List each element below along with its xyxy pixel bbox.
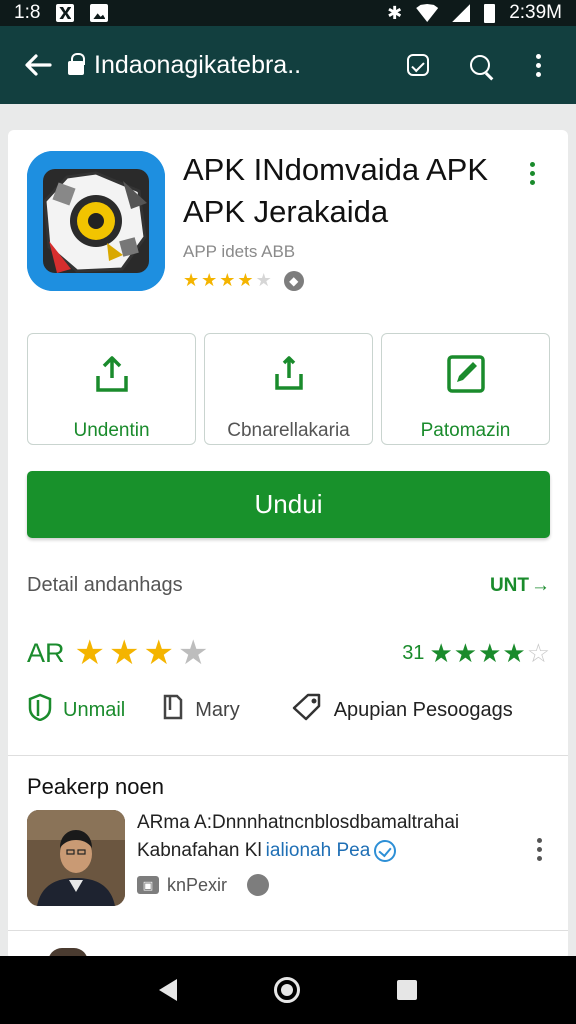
signal-icon	[452, 4, 471, 22]
status-bar: 1:8 ✱ 2:39M	[0, 0, 576, 26]
system-nav-bar	[0, 956, 576, 1024]
star-icon: ★	[109, 634, 140, 672]
star-icon: ★	[74, 634, 105, 672]
action-tile-label: Patomazin	[420, 420, 511, 441]
review-line-2: Kabnafahan Kl ialionah Pea	[137, 840, 397, 862]
verified-icon	[374, 840, 397, 862]
review-item[interactable]: ARma A:Dnnnhatncnblosdbamaltrahai Kabnaf…	[27, 810, 557, 910]
action-tile-3[interactable]: Patomazin	[381, 333, 550, 445]
bluetooth-icon: ✱	[387, 2, 403, 23]
arrow-right-icon: →	[531, 574, 550, 596]
meta-label: Apupian Pesoogags	[333, 698, 513, 721]
browser-toolbar: Indaonagikatebra..	[0, 26, 576, 104]
install-button[interactable]: Undui	[27, 471, 550, 538]
action-tile-label: Undentin	[73, 420, 150, 441]
detail-label: Detail andanhags	[27, 574, 183, 596]
app-icon[interactable]	[27, 151, 165, 291]
action-tile-label: Cbnarellakaria	[227, 420, 350, 441]
star-icon: ★	[453, 638, 478, 668]
rating-right-code: 31	[402, 641, 425, 664]
avatar	[27, 810, 125, 906]
battery-icon	[484, 3, 496, 23]
search-icon[interactable]	[458, 43, 502, 87]
review-line-2-accent: ialionah Pea	[265, 840, 371, 861]
upload-icon	[90, 352, 134, 396]
globe-icon	[247, 874, 270, 896]
rating-left-code: AR	[27, 637, 65, 668]
notification-x-icon	[56, 4, 75, 22]
status-time-right: 2:39M	[509, 2, 562, 23]
app-title: APK INdomvaida APK APK Jerakaida	[183, 152, 488, 229]
tag-icon	[290, 692, 324, 728]
wifi-icon	[416, 4, 439, 22]
star-icon: ★	[143, 634, 174, 672]
star-empty-icon: ★	[177, 634, 209, 672]
review-meta: ▣ knPexir	[137, 874, 270, 896]
divider	[8, 755, 568, 756]
review-line-2-text: Kabnafahan Kl	[137, 840, 262, 861]
detail-more-link[interactable]: UNT →	[490, 575, 550, 597]
meta-item-2[interactable]: Mary	[161, 693, 240, 727]
meta-item-3[interactable]: Apupian Pesoogags	[290, 692, 513, 728]
star-icon: ★	[502, 638, 526, 668]
tab-switcher-icon[interactable]	[396, 43, 440, 87]
nav-recent-apps-icon[interactable]	[397, 980, 418, 1000]
star-icon: ★	[219, 270, 236, 290]
meta-row: Unmail Mary Apupian Pesoogags	[27, 692, 557, 728]
shield-icon	[27, 693, 53, 727]
divider	[8, 930, 568, 931]
nav-back-icon[interactable]	[158, 979, 177, 1001]
action-tile-1[interactable]: Undentin	[27, 333, 196, 445]
meta-label: Unmail	[63, 698, 126, 721]
star-icon: ★	[478, 638, 502, 668]
url-text: Indaonagikatebra..	[94, 50, 302, 79]
review-line-1: ARma A:Dnnnhatncnblosdbamaltrahai	[137, 812, 460, 833]
rating-row: AR ★ ★ ★ ★ 31 ★ ★ ★ ★ ☆	[27, 636, 550, 670]
app-detail-card: APK INdomvaida APK APK Jerakaida APP ide…	[8, 130, 568, 962]
rating-left: AR ★ ★ ★ ★	[27, 636, 208, 670]
nav-home-icon[interactable]	[273, 977, 300, 1003]
reviews-section-title: Peakerp noen	[27, 774, 164, 799]
back-arrow-icon[interactable]	[16, 43, 60, 87]
review-overflow-menu-icon[interactable]	[537, 838, 542, 861]
star-icon: ★	[183, 270, 200, 290]
app-rating-stars: ★ ★ ★ ★ ★ ◆	[183, 270, 304, 291]
action-tile-2[interactable]: Cbnarellakaria	[204, 333, 373, 445]
share-icon	[267, 352, 311, 396]
action-tiles: Undentin Cbnarellakaria Patomazin	[27, 333, 550, 445]
gallery-icon	[90, 4, 109, 22]
detail-row: Detail andanhags UNT →	[27, 574, 550, 597]
overflow-menu-icon[interactable]	[516, 43, 560, 87]
app-overflow-menu-icon[interactable]	[530, 162, 535, 185]
lock-icon	[68, 53, 85, 75]
info-badge-icon: ◆	[283, 270, 304, 291]
half-star-icon: ★	[255, 270, 272, 290]
review-source: knPexir	[167, 874, 228, 895]
star-icon: ★	[429, 638, 453, 668]
detail-link-text: UNT	[489, 574, 529, 596]
status-time-left: 1:8	[14, 2, 41, 23]
edit-icon	[444, 352, 488, 396]
bookmark-icon	[161, 693, 185, 727]
star-icon: ★	[201, 270, 218, 290]
source-badge-icon: ▣	[137, 876, 159, 894]
app-developer: APP idets ABB	[183, 242, 296, 261]
star-empty-icon: ☆	[526, 638, 550, 668]
meta-label: Mary	[195, 698, 240, 721]
star-icon: ★	[237, 270, 254, 290]
meta-item-1[interactable]: Unmail	[27, 693, 125, 727]
rating-right: 31 ★ ★ ★ ★ ☆	[402, 640, 550, 666]
address-bar[interactable]: Indaonagikatebra..	[68, 51, 378, 80]
